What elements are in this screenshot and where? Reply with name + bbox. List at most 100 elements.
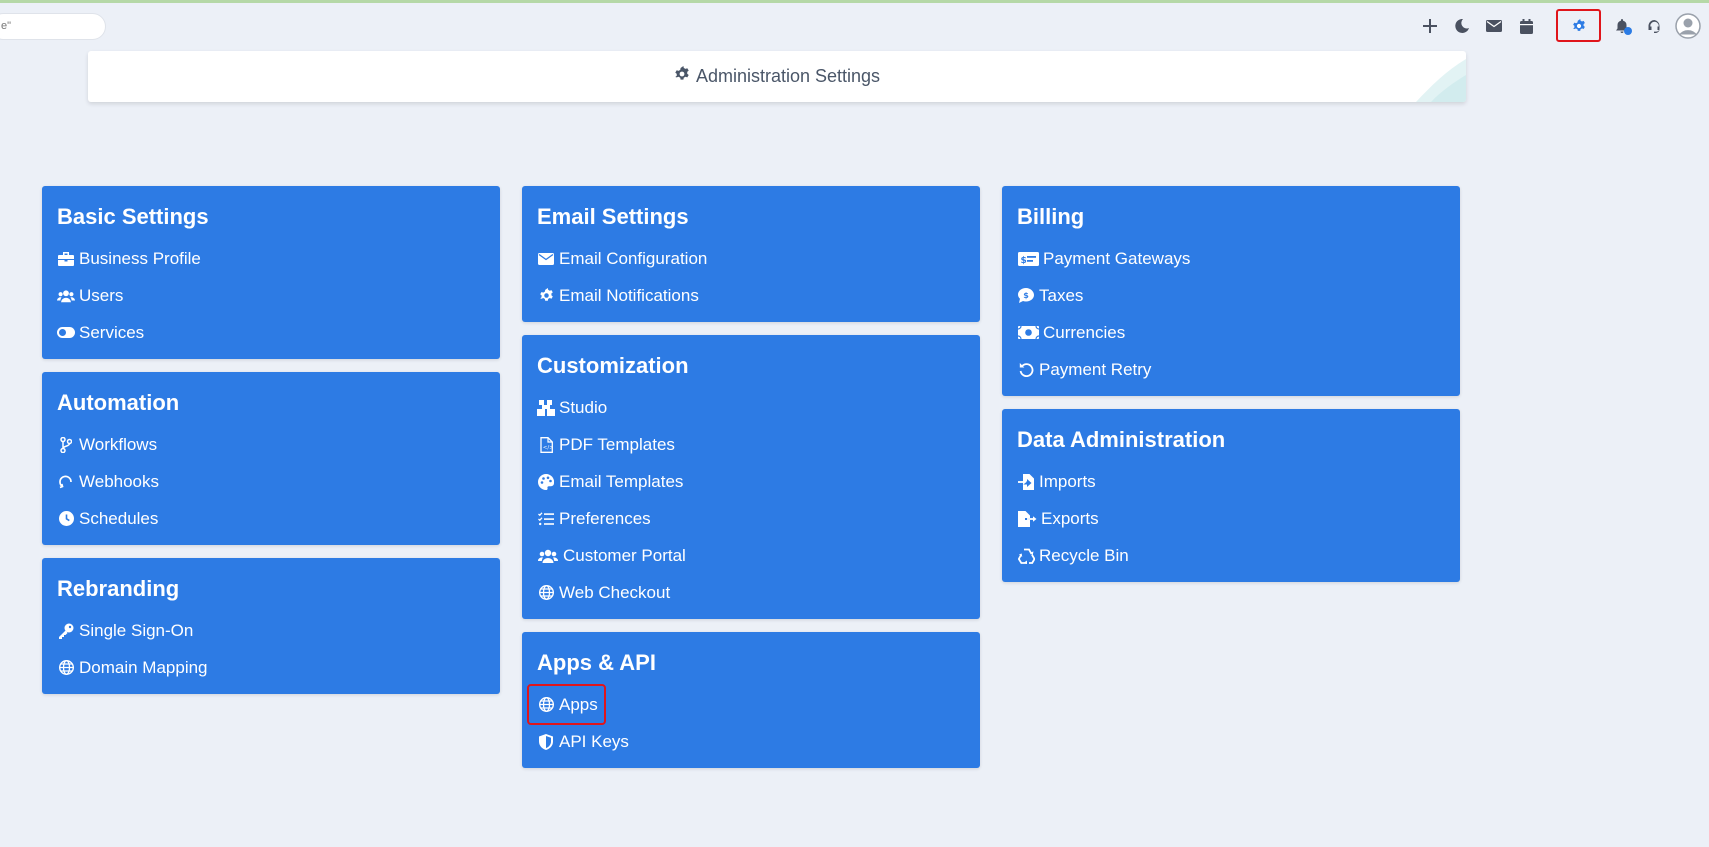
headset-icon[interactable] bbox=[1638, 9, 1670, 43]
card-apps-api: Apps & API Apps API Keys bbox=[522, 632, 980, 768]
link-taxes[interactable]: $ Taxes bbox=[1017, 277, 1445, 314]
card-title: Customization bbox=[537, 353, 689, 378]
link-api-keys[interactable]: API Keys bbox=[537, 723, 965, 760]
browser-top-strip bbox=[0, 0, 1709, 3]
palette-icon bbox=[537, 473, 555, 491]
link-email-notifications[interactable]: Email Notifications bbox=[537, 277, 965, 314]
money-check-icon: $ bbox=[1017, 250, 1039, 268]
link-label: Web Checkout bbox=[559, 582, 671, 602]
moon-icon[interactable] bbox=[1446, 9, 1478, 43]
link-domain-mapping[interactable]: Domain Mapping bbox=[57, 649, 485, 686]
file-import-icon bbox=[1017, 473, 1035, 491]
gear-icon bbox=[537, 287, 555, 305]
link-label: Imports bbox=[1039, 471, 1096, 491]
link-customer-portal[interactable]: Customer Portal bbox=[537, 537, 965, 574]
card-basic-settings: Basic Settings Business Profile Users Se… bbox=[42, 186, 500, 359]
link-currencies[interactable]: Currencies bbox=[1017, 314, 1445, 351]
file-export-icon bbox=[1017, 510, 1037, 528]
link-label: Services bbox=[79, 322, 145, 342]
globe-icon bbox=[537, 584, 555, 602]
link-label: Business Profile bbox=[79, 248, 201, 268]
card-title: Data Administration bbox=[1017, 427, 1226, 452]
bell-icon[interactable] bbox=[1606, 9, 1638, 43]
recycle-icon bbox=[1017, 547, 1035, 565]
svg-text:</>: </> bbox=[542, 445, 552, 451]
link-studio[interactable]: Studio bbox=[537, 389, 965, 426]
link-recycle-bin[interactable]: Recycle Bin bbox=[1017, 537, 1445, 574]
link-webhooks[interactable]: Webhooks bbox=[57, 463, 485, 500]
gear-icon[interactable] bbox=[1556, 9, 1601, 42]
avatar[interactable] bbox=[1670, 9, 1706, 43]
clock-icon bbox=[57, 510, 75, 528]
link-label: Email Templates bbox=[559, 471, 684, 491]
card-title: Basic Settings bbox=[57, 204, 209, 229]
card-customization: Customization Studio </> PDF Templates E… bbox=[522, 335, 980, 619]
link-apps[interactable]: Apps bbox=[527, 684, 606, 725]
card-data-administration: Data Administration Imports Exports Recy… bbox=[1002, 409, 1460, 582]
envelope-icon bbox=[537, 250, 555, 268]
link-label: Currencies bbox=[1043, 322, 1126, 342]
link-label: PDF Templates bbox=[559, 434, 675, 454]
calendar-icon[interactable] bbox=[1510, 9, 1542, 43]
link-imports[interactable]: Imports bbox=[1017, 463, 1445, 500]
search-input[interactable]: e" bbox=[0, 13, 106, 40]
key-icon bbox=[57, 622, 75, 640]
link-email-configuration[interactable]: Email Configuration bbox=[537, 240, 965, 277]
link-label: Workflows bbox=[79, 434, 158, 454]
link-email-templates[interactable]: Email Templates bbox=[537, 463, 965, 500]
toggle-icon bbox=[57, 324, 75, 342]
page-header: Administration Settings bbox=[88, 51, 1466, 102]
link-label: Taxes bbox=[1039, 285, 1084, 305]
users-icon bbox=[537, 547, 559, 565]
card-billing: Billing $ Payment Gateways $ Taxes Curre… bbox=[1002, 186, 1460, 396]
link-label: Schedules bbox=[79, 508, 159, 528]
link-label: Customer Portal bbox=[563, 545, 686, 565]
link-label: Payment Gateways bbox=[1043, 248, 1191, 268]
branch-icon bbox=[57, 436, 75, 454]
link-label: Webhooks bbox=[79, 471, 160, 491]
users-icon bbox=[57, 287, 75, 305]
list-check-icon bbox=[537, 510, 555, 528]
link-label: Apps bbox=[559, 694, 598, 714]
link-single-sign-on[interactable]: Single Sign-On bbox=[57, 612, 485, 649]
link-services[interactable]: Services bbox=[57, 314, 485, 351]
link-label: Preferences bbox=[559, 508, 651, 528]
page-title: Administration Settings bbox=[88, 66, 1466, 87]
webhook-icon bbox=[57, 473, 75, 491]
link-label: Exports bbox=[1041, 508, 1099, 528]
card-title: Rebranding bbox=[57, 576, 180, 601]
card-email-settings: Email Settings Email Configuration Email… bbox=[522, 186, 980, 322]
dollar-comment-icon: $ bbox=[1017, 287, 1035, 305]
link-users[interactable]: Users bbox=[57, 277, 485, 314]
link-pdf-templates[interactable]: </> PDF Templates bbox=[537, 426, 965, 463]
money-bill-icon bbox=[1017, 324, 1039, 342]
rotate-left-icon bbox=[1017, 361, 1035, 379]
link-label: Recycle Bin bbox=[1039, 545, 1129, 565]
link-web-checkout[interactable]: Web Checkout bbox=[537, 574, 965, 611]
link-payment-gateways[interactable]: $ Payment Gateways bbox=[1017, 240, 1445, 277]
link-label: Payment Retry bbox=[1039, 359, 1152, 379]
card-title: Billing bbox=[1017, 204, 1085, 229]
link-preferences[interactable]: Preferences bbox=[537, 500, 965, 537]
link-exports[interactable]: Exports bbox=[1017, 500, 1445, 537]
card-title: Email Settings bbox=[537, 204, 689, 229]
link-label: Studio bbox=[559, 397, 608, 417]
plus-icon[interactable] bbox=[1414, 9, 1446, 43]
link-business-profile[interactable]: Business Profile bbox=[57, 240, 485, 277]
link-schedules[interactable]: Schedules bbox=[57, 500, 485, 537]
card-title: Automation bbox=[57, 390, 180, 415]
globe-icon bbox=[537, 696, 555, 714]
briefcase-icon bbox=[57, 250, 75, 268]
card-title: Apps & API bbox=[537, 650, 656, 675]
card-rebranding: Rebranding Single Sign-On Domain Mapping bbox=[42, 558, 500, 694]
svg-text:$: $ bbox=[1023, 291, 1029, 300]
notification-dot bbox=[1624, 27, 1632, 35]
envelope-icon[interactable] bbox=[1478, 9, 1510, 43]
link-payment-retry[interactable]: Payment Retry bbox=[1017, 351, 1445, 388]
svg-text:$: $ bbox=[1020, 256, 1026, 266]
blocks-icon bbox=[537, 399, 555, 417]
link-label: Domain Mapping bbox=[79, 657, 208, 677]
link-workflows[interactable]: Workflows bbox=[57, 426, 485, 463]
link-label: Email Configuration bbox=[559, 248, 708, 268]
link-label: API Keys bbox=[559, 731, 629, 751]
